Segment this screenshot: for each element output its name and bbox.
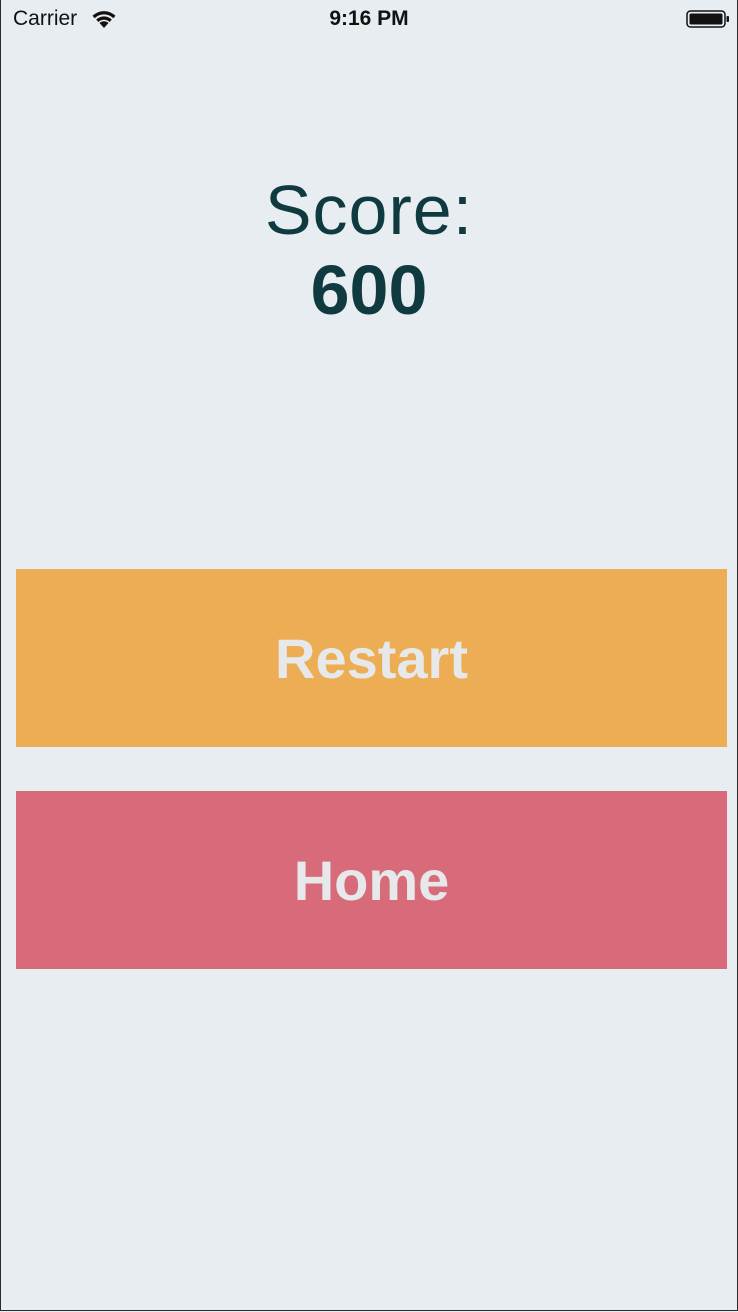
game-over-screen: Carrier 9:16 PM Score: 600 Restart Home (0, 0, 738, 1311)
home-button[interactable]: Home (16, 791, 727, 969)
score-value: 600 (310, 251, 428, 329)
home-button-label: Home (293, 848, 450, 912)
restart-button[interactable]: Restart (16, 569, 727, 747)
status-time: 9:16 PM (329, 7, 409, 30)
battery-icon (686, 10, 730, 28)
restart-button-label: Restart (275, 626, 468, 690)
score-label: Score: (264, 171, 474, 249)
status-bar: Carrier 9:16 PM (1, 0, 737, 40)
